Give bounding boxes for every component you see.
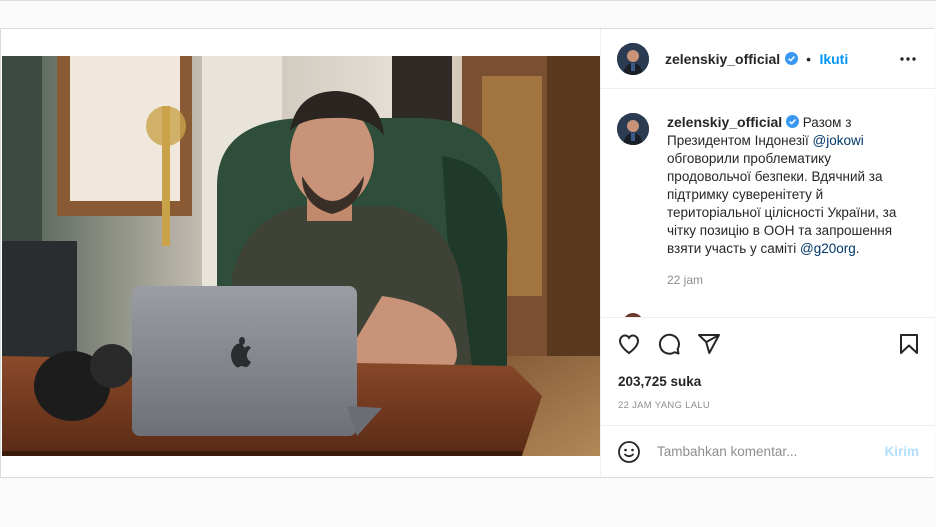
post-header: zelenskiy_official • Ikuti — [601, 29, 935, 89]
post-photo — [2, 56, 600, 456]
follow-button[interactable]: Ikuti — [819, 51, 848, 67]
avatar[interactable] — [617, 43, 649, 75]
caption-time[interactable]: 22 jam — [667, 273, 703, 287]
avatar-icon — [617, 43, 649, 75]
add-comment-bar: Tambahkan komentar... Kirim — [601, 425, 935, 477]
post-side-panel: zelenskiy_official • Ikuti zelenskiy_off… — [600, 29, 935, 477]
comments-area[interactable]: zelenskiy_official Разом з Президентом І… — [601, 89, 935, 317]
caption-avatar[interactable] — [617, 113, 649, 145]
bookmark-icon[interactable] — [897, 332, 921, 356]
username[interactable]: zelenskiy_official — [665, 51, 780, 67]
verified-badge-icon — [784, 52, 798, 65]
heart-icon[interactable] — [617, 332, 641, 356]
post-caption: zelenskiy_official Разом з Президентом І… — [667, 113, 917, 258]
dot-separator: • — [806, 51, 811, 67]
tag-link[interactable]: @g20org — [800, 241, 856, 256]
top-divider — [0, 0, 936, 1]
send-comment-button[interactable]: Kirim — [884, 444, 919, 459]
post-image[interactable] — [2, 56, 600, 456]
verified-badge-icon — [785, 115, 799, 128]
more-horizontal-icon[interactable] — [899, 51, 917, 67]
header-user-line: zelenskiy_official • Ikuti — [665, 51, 848, 69]
caption-end: . — [855, 241, 860, 256]
likes-count[interactable]: 203,725 suka — [618, 374, 701, 389]
comment-input[interactable]: Tambahkan komentar... — [657, 444, 797, 459]
caption-username[interactable]: zelenskiy_official — [667, 114, 782, 130]
post-timestamp[interactable]: 22 JAM YANG LALU — [618, 400, 710, 411]
avatar-icon — [617, 113, 649, 145]
post-card: zelenskiy_official • Ikuti zelenskiy_off… — [0, 28, 935, 478]
caption-text-rest: обговорили проблематику продовольчої без… — [667, 151, 897, 256]
mention-link[interactable]: @jokowi — [813, 133, 864, 148]
emoji-icon[interactable] — [617, 440, 641, 464]
post-actions: 203,725 suka 22 JAM YANG LALU — [601, 317, 935, 425]
comment-icon[interactable] — [657, 332, 681, 356]
share-icon[interactable] — [697, 332, 721, 356]
